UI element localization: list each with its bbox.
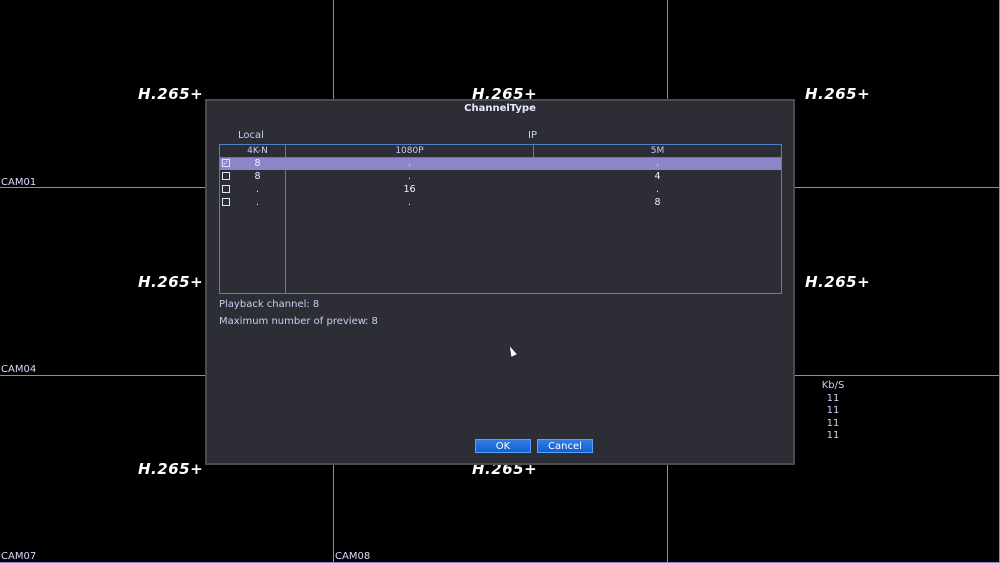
table-row[interactable]: . 16 . xyxy=(220,184,781,196)
codec-label: H.265+ xyxy=(138,460,204,478)
bitrate-header: Kb/S xyxy=(821,380,845,391)
ip-1080p-value: . xyxy=(407,158,412,169)
bitrate-readout: Kb/S 11 11 11 11 xyxy=(818,380,848,443)
group-local-label: Local xyxy=(238,130,264,141)
row-checkbox[interactable]: ✓ xyxy=(222,159,230,167)
ip-1080p-value: . xyxy=(407,171,412,182)
ip-1080p-value: 16 xyxy=(403,184,416,195)
table-row[interactable]: . . 8 xyxy=(220,197,781,209)
cancel-button[interactable]: Cancel xyxy=(537,439,593,453)
table-row[interactable]: ✓ 8 . . xyxy=(220,158,781,170)
column-header-1080p: 1080P xyxy=(395,146,424,156)
ip-1080p-value: . xyxy=(407,197,412,208)
ip-5m-value: 8 xyxy=(654,197,661,208)
column-header-4k-n: 4K-N xyxy=(247,146,268,156)
camera-label-cam07: CAM07 xyxy=(1,551,37,562)
row-checkbox[interactable] xyxy=(222,185,230,193)
channel-type-table: 4K-N 1080P 5M ✓ 8 . . 8 . 4 . 16 . . . 8 xyxy=(219,144,782,294)
codec-label: H.265+ xyxy=(138,273,204,291)
codec-label: H.265+ xyxy=(138,85,204,103)
max-preview-value: : 8 xyxy=(365,316,378,327)
local-4k-n-value: . xyxy=(255,197,260,208)
codec-label: H.265+ xyxy=(805,273,871,291)
local-4k-n-value: . xyxy=(255,184,260,195)
ip-5m-value: . xyxy=(655,184,660,195)
camera-label-cam04: CAM04 xyxy=(1,364,37,375)
ip-5m-value: . xyxy=(655,158,660,169)
local-4k-n-value: 8 xyxy=(254,171,261,182)
bitrate-value: 11 xyxy=(826,430,840,441)
group-ip-label: IP xyxy=(528,130,537,141)
ip-5m-value: 4 xyxy=(654,171,661,182)
local-4k-n-value: 8 xyxy=(254,158,261,169)
dialog-title: ChannelType xyxy=(464,103,536,114)
bitrate-value: 11 xyxy=(826,392,840,404)
camera-label-cam01: CAM01 xyxy=(1,177,37,188)
channel-type-dialog: ChannelType Local IP 4K-N 1080P 5M ✓ 8 .… xyxy=(205,99,795,465)
playback-channel-text: Playback channel: 8 xyxy=(219,299,320,310)
row-checkbox[interactable] xyxy=(222,172,230,180)
column-header-5m: 5M xyxy=(650,146,665,156)
ok-button[interactable]: OK xyxy=(475,439,531,453)
camera-label-cam08: CAM08 xyxy=(335,551,371,562)
bitrate-value: 11 xyxy=(826,405,840,416)
max-preview-label: Maximum number of preview xyxy=(219,316,366,327)
row-checkbox[interactable] xyxy=(222,198,230,206)
table-row[interactable]: 8 . 4 xyxy=(220,171,781,183)
bitrate-value: 11 xyxy=(826,417,840,429)
codec-label: H.265+ xyxy=(805,85,871,103)
